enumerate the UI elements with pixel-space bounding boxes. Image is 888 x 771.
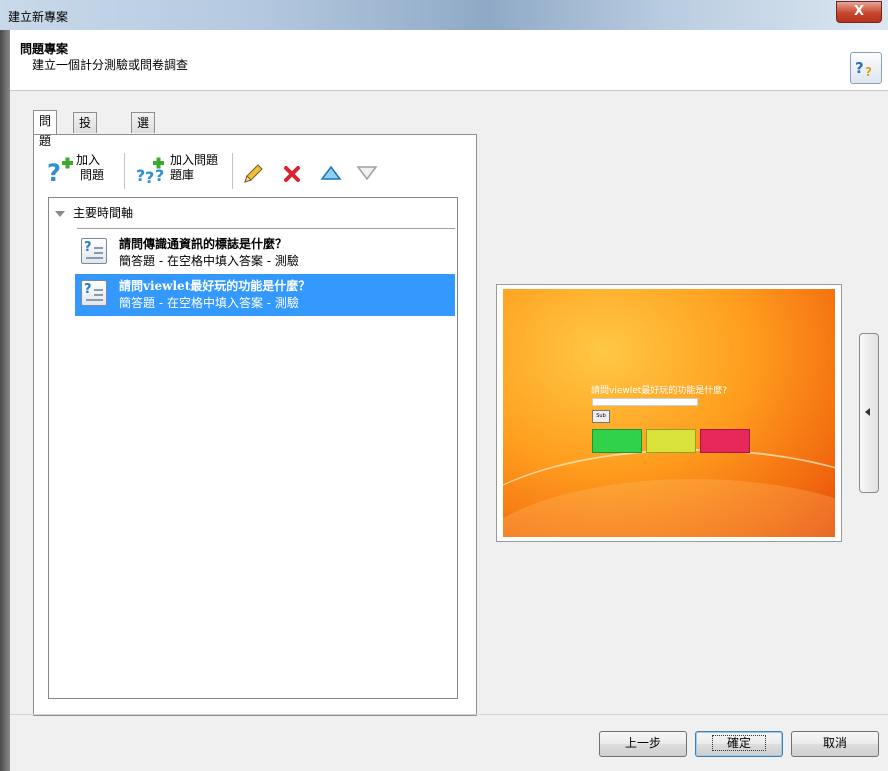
svg-text:?: ? xyxy=(136,166,145,185)
add-question-icon: ? xyxy=(47,157,73,187)
tree-root[interactable]: 主要時間軸 xyxy=(55,204,133,221)
questions-panel: ? 加入 問題 ? ? ? 加入問題 題庫 主要時間軸 ? 請問傳識通資訊的標誌… xyxy=(33,134,477,716)
tab-slides[interactable]: 投影片 xyxy=(73,112,98,170)
dialog-header: 問題專案 建立一個計分測驗或問卷調查 ? ? xyxy=(10,30,888,91)
preview-question-text: 請問viewlet最好玩的功能是什麼? xyxy=(591,386,728,396)
question-title: 請問viewlet最好玩的功能是什麼？ xyxy=(119,279,311,293)
svg-text:?: ? xyxy=(47,159,61,187)
close-button[interactable]: X xyxy=(836,1,882,23)
cancel-button[interactable]: 取消 xyxy=(791,731,879,757)
help-button[interactable]: ? ? xyxy=(850,52,882,84)
slide-preview: 請問viewlet最好玩的功能是什麼? Sub xyxy=(496,284,842,542)
preview-submit-button: Sub xyxy=(592,410,610,423)
add-question-pool-label-2: 題庫 xyxy=(170,168,195,182)
preview-feedback-box xyxy=(646,429,696,453)
collapse-arrow-icon[interactable] xyxy=(55,210,65,217)
svg-text:?: ? xyxy=(155,166,164,185)
window-title: 建立新專案 xyxy=(8,10,69,24)
preview-feedback-box xyxy=(700,429,750,453)
add-question-label-2: 問題 xyxy=(80,168,105,182)
svg-text:?: ? xyxy=(865,65,872,78)
short-answer-icon: ? xyxy=(81,238,107,264)
dialog-window: 建立新專案 X 問題專案 建立一個計分測驗或問卷調查 ? ? 問題 投影片 選項… xyxy=(0,0,888,771)
header-subtitle: 建立一個計分測驗或問卷調查 xyxy=(32,58,189,72)
delete-icon[interactable] xyxy=(282,164,302,184)
collapse-left-icon xyxy=(865,408,870,416)
divider xyxy=(77,228,455,229)
tab-options[interactable]: 選項 xyxy=(131,112,156,150)
ok-button[interactable]: 確定 xyxy=(695,731,783,757)
background-strip xyxy=(0,30,10,771)
preview-answer-field xyxy=(592,398,698,406)
question-title: 請問傳識通資訊的標誌是什麼？ xyxy=(119,237,288,251)
add-question-button[interactable]: ? 加入 問題 xyxy=(44,149,116,193)
toolbar-separator xyxy=(124,153,126,189)
add-question-label-1: 加入 xyxy=(76,153,101,167)
title-bar: 建立新專案 X xyxy=(0,0,888,31)
add-question-pool-icon: ? ? ? xyxy=(136,157,164,187)
move-down-icon[interactable] xyxy=(356,165,378,181)
question-subtitle: 簡答題 - 在空格中填入答案 - 測驗 xyxy=(119,296,299,310)
move-up-icon[interactable] xyxy=(320,165,342,181)
pencil-icon[interactable] xyxy=(242,163,264,185)
header-title: 問題專案 xyxy=(20,42,69,56)
panel-toggle-handle[interactable] xyxy=(859,333,879,493)
tree-root-label: 主要時間軸 xyxy=(73,206,134,220)
slide-thumbnail: 請問viewlet最好玩的功能是什麼? Sub xyxy=(503,289,835,537)
add-question-pool-label-1: 加入問題 xyxy=(170,153,219,167)
question-item[interactable]: ? 請問傳識通資訊的標誌是什麼？ 簡答題 - 在空格中填入答案 - 測驗 xyxy=(75,232,455,274)
divider xyxy=(10,714,888,715)
toolbar-separator xyxy=(232,153,234,189)
question-subtitle: 簡答題 - 在空格中填入答案 - 測驗 xyxy=(119,254,299,268)
back-button[interactable]: 上一步 xyxy=(599,731,687,757)
preview-feedback-box xyxy=(592,429,642,453)
help-icon: ? ? xyxy=(855,59,872,78)
short-answer-icon: ? xyxy=(81,280,107,306)
question-tree[interactable]: 主要時間軸 ? 請問傳識通資訊的標誌是什麼？ 簡答題 - 在空格中填入答案 - … xyxy=(48,197,458,699)
svg-text:?: ? xyxy=(855,59,864,77)
svg-text:?: ? xyxy=(145,168,154,187)
question-item[interactable]: ? 請問viewlet最好玩的功能是什麼？ 簡答題 - 在空格中填入答案 - 測… xyxy=(75,274,455,316)
ok-button-label: 確定 xyxy=(711,735,766,751)
tab-questions[interactable]: 問題 xyxy=(33,110,58,148)
add-question-pool-button[interactable]: ? ? ? 加入問題 題庫 xyxy=(134,149,226,193)
